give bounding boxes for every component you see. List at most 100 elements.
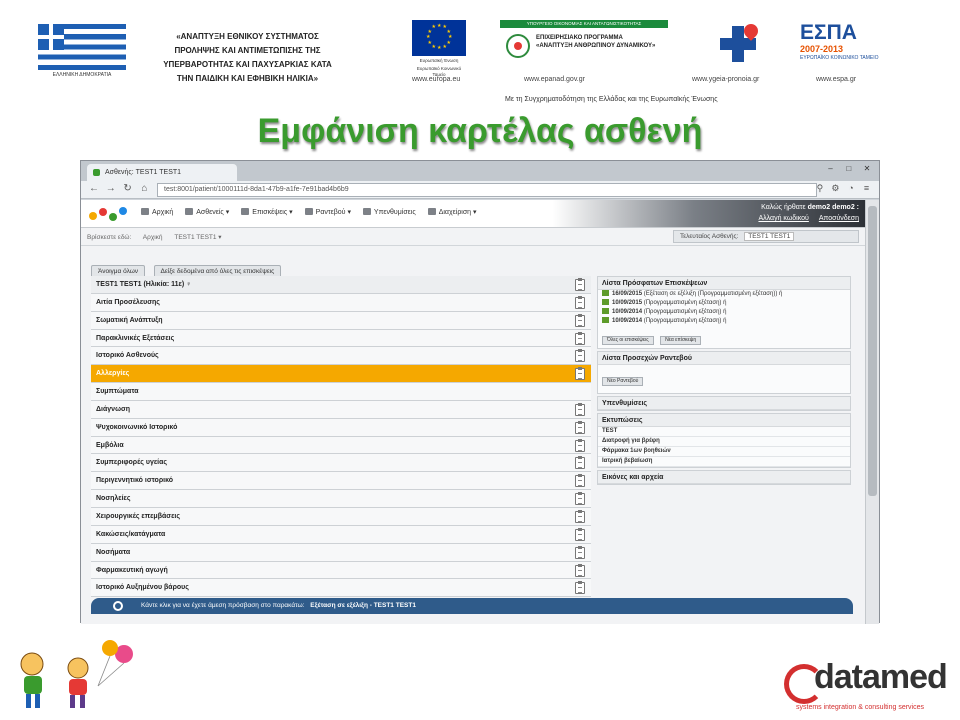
section-row[interactable]: Αιτία Προσέλευσης [91, 293, 591, 312]
browser-tab[interactable]: Ασθενής: TEST1 TEST1 [87, 164, 237, 181]
close-icon[interactable]: ✕ [859, 164, 875, 173]
visit-item[interactable]: 16/09/2015 (Εξέταση σε εξέλιξη (Προγραμμ… [598, 290, 850, 299]
clipboard-icon[interactable] [575, 456, 585, 470]
menu-admin[interactable]: Διαχείριση ▾ [427, 208, 477, 216]
logout-link[interactable]: Αποσύνδεση [819, 215, 859, 222]
visit-item[interactable]: 10/09/2015 (Προγραμματισμένη εξέταση) ή [598, 299, 850, 308]
section-label: Σωματική Ανάπτυξη [96, 316, 163, 324]
section-row[interactable]: Ιστορικό Ασθενούς [91, 347, 591, 366]
maximize-icon[interactable]: □ [841, 164, 857, 173]
new-appointment-button[interactable]: Νέο Ραντεβού [602, 377, 644, 386]
back-icon[interactable]: ← [87, 183, 101, 194]
kids-logo-icon[interactable] [87, 204, 131, 224]
section-row[interactable]: Νοσήματα [91, 543, 591, 562]
section-row[interactable]: Ψυχοκοινωνικό Ιστορικό [91, 418, 591, 437]
section-row[interactable]: Κακώσεις/κατάγματα [91, 525, 591, 544]
clipboard-icon[interactable] [575, 349, 585, 363]
section-row[interactable]: TEST1 TEST1 (Ηλικία: 11ε) ♀ [91, 276, 591, 294]
section-row[interactable]: Εμβόλια [91, 436, 591, 455]
section-row[interactable]: Παρακλινικές Εξετάσεις [91, 329, 591, 348]
eu-star-icon: ★ [446, 28, 451, 35]
clipboard-icon[interactable] [575, 331, 585, 345]
crumb-patient[interactable]: TEST1 TEST1 ▾ [174, 234, 221, 241]
quick-access-bar[interactable]: Κάντε κλικ για να έχετε άμεση πρόσβαση σ… [91, 598, 853, 614]
clipboard-icon[interactable] [575, 563, 585, 577]
espa-logo: ΕΣΠΑ 2007-2013 ΕΥΡΩΠΑΪΚΟ ΚΟΙΝΩΝΙΚΟ ΤΑΜΕΙ… [800, 21, 879, 62]
print-item[interactable]: TEST [598, 427, 850, 437]
section-row[interactable]: Συμπτώματα [91, 383, 591, 401]
section-row[interactable]: Περιγεννητικό ιστορικό [91, 472, 591, 491]
quick-access-link[interactable]: Εξέταση σε εξέλιξη - TEST1 TEST1 [310, 602, 416, 609]
clipboard-icon[interactable] [575, 402, 585, 416]
section-row[interactable]: Σωματική Ανάπτυξη [91, 311, 591, 330]
home-icon[interactable]: ⌂ [137, 183, 151, 194]
crumb-home[interactable]: Αρχική [143, 234, 163, 241]
tab-strip: Ασθενής: TEST1 TEST1 – □ ✕ [81, 161, 879, 181]
flag-icon [602, 317, 609, 323]
menu-appointments[interactable]: Ραντεβού ▾ [304, 208, 351, 216]
clipboard-icon[interactable] [575, 438, 585, 452]
url-eu: www.europa.eu [412, 76, 461, 83]
appointments-box: Λίστα Προσεχών Ραντεβού Νέο Ραντεβού [597, 351, 851, 394]
section-label: Χειρουργικές επεμβάσεις [96, 512, 180, 520]
settings-icon[interactable]: ⚙ [829, 183, 842, 194]
section-row[interactable]: Συμπεριφορές υγείας [91, 454, 591, 473]
menu-icon[interactable]: ≡ [860, 183, 873, 193]
visit-item[interactable]: 10/09/2014 (Προγραμματισμένη εξέταση) ή [598, 317, 850, 326]
visit-item[interactable]: 10/09/2014 (Προγραμματισμένη εξέταση) ή [598, 308, 850, 317]
section-row[interactable]: Χειρουργικές επεμβάσεις [91, 507, 591, 526]
menu-reminders[interactable]: Υπενθυμίσεις [362, 208, 416, 216]
section-row[interactable]: Αλλεργίες [91, 365, 591, 384]
print-item[interactable]: Ιατρική βεβαίωση [598, 457, 850, 467]
page-scrollbar[interactable] [865, 200, 879, 624]
reload-icon[interactable]: ↻ [121, 183, 135, 194]
admin-icon [427, 208, 436, 215]
url-ygeia: www.ygeia-pronoia.gr [692, 76, 760, 83]
program-title: «ΑΝΑΠΤΥΞΗ ΕΘΝΙΚΟΥ ΣΥΣΤΗΜΑΤΟΣ ΠΡΟΛΗΨΗΣ ΚΑ… [163, 32, 332, 83]
menu-patients[interactable]: Ασθενείς ▾ [185, 208, 229, 216]
url-epanad: www.epanad.gov.gr [524, 76, 585, 83]
search-icon[interactable]: ⚲ [813, 183, 826, 194]
minimize-icon[interactable]: – [823, 164, 839, 173]
clipboard-icon[interactable] [575, 295, 585, 309]
print-item[interactable]: Φάρμακα 1ων βοηθειών [598, 447, 850, 457]
clipboard-icon[interactable] [575, 581, 585, 595]
health-ministry-cross-logo [718, 21, 762, 66]
section-row[interactable]: Διάγνωση [91, 400, 591, 419]
clipboard-icon[interactable] [575, 313, 585, 327]
app-page: Αρχική Ασθενείς ▾ Επισκέψεις ▾ Ραντεβού … [81, 200, 867, 624]
clipboard-icon[interactable] [575, 420, 585, 434]
section-label: Αιτία Προσέλευσης [96, 298, 160, 306]
eu-star-icon: ★ [437, 45, 442, 51]
clipboard-icon[interactable] [575, 545, 585, 559]
change-password-link[interactable]: Αλλαγή κωδικού [758, 215, 808, 222]
section-row[interactable]: Φαρμακευτική αγωγή [91, 561, 591, 580]
clipboard-icon[interactable] [575, 278, 585, 291]
section-label: Ιστορικό Ασθενούς [96, 352, 159, 360]
last-patient-link[interactable]: TEST1 TEST1 [744, 232, 795, 241]
clipboard-icon[interactable] [575, 367, 585, 381]
kids-illustration [20, 640, 133, 708]
clipboard-icon[interactable] [575, 509, 585, 523]
flag-icon [602, 308, 609, 314]
menu-visits[interactable]: Επισκέψεις ▾ [241, 208, 293, 216]
menu-home[interactable]: Αρχική [141, 208, 173, 216]
eu-star-icon: ★ [431, 24, 436, 31]
reminders-box: Υπενθυμίσεις [597, 396, 851, 411]
all-visits-button[interactable]: Όλες οι επισκέψεις [602, 336, 654, 345]
clipboard-icon[interactable] [575, 492, 585, 506]
clipboard-icon[interactable] [575, 527, 585, 541]
forward-icon[interactable]: → [104, 183, 118, 194]
new-visit-button[interactable]: Νέα επίσκεψη [660, 336, 702, 345]
section-label: Κακώσεις/κατάγματα [96, 530, 166, 538]
rss-icon[interactable]: ◔ [844, 183, 857, 193]
section-row[interactable]: Ιστορικό Αυξημένου βάρους [91, 579, 591, 598]
eu-star-icon: ★ [442, 43, 447, 50]
patient-sections: TEST1 TEST1 (Ηλικία: 11ε) ♀ Αιτία Προσέλε… [91, 276, 591, 598]
section-row[interactable]: Νοσηλείες [91, 490, 591, 508]
slide: ΕΛΛΗΝΙΚΗ ΔΗΜΟΚΡΑΤΙΑ «ΑΝΑΠΤΥΞΗ ΕΘΝΙΚΟΥ ΣΥ… [0, 0, 960, 720]
clipboard-icon[interactable] [575, 474, 585, 488]
stethoscope-icon [113, 601, 123, 611]
print-item[interactable]: Διατροφή για βρέφη [598, 437, 850, 447]
url-input[interactable]: test:8001/patient/1000111d-8da1-47b9-a1f… [157, 183, 817, 197]
